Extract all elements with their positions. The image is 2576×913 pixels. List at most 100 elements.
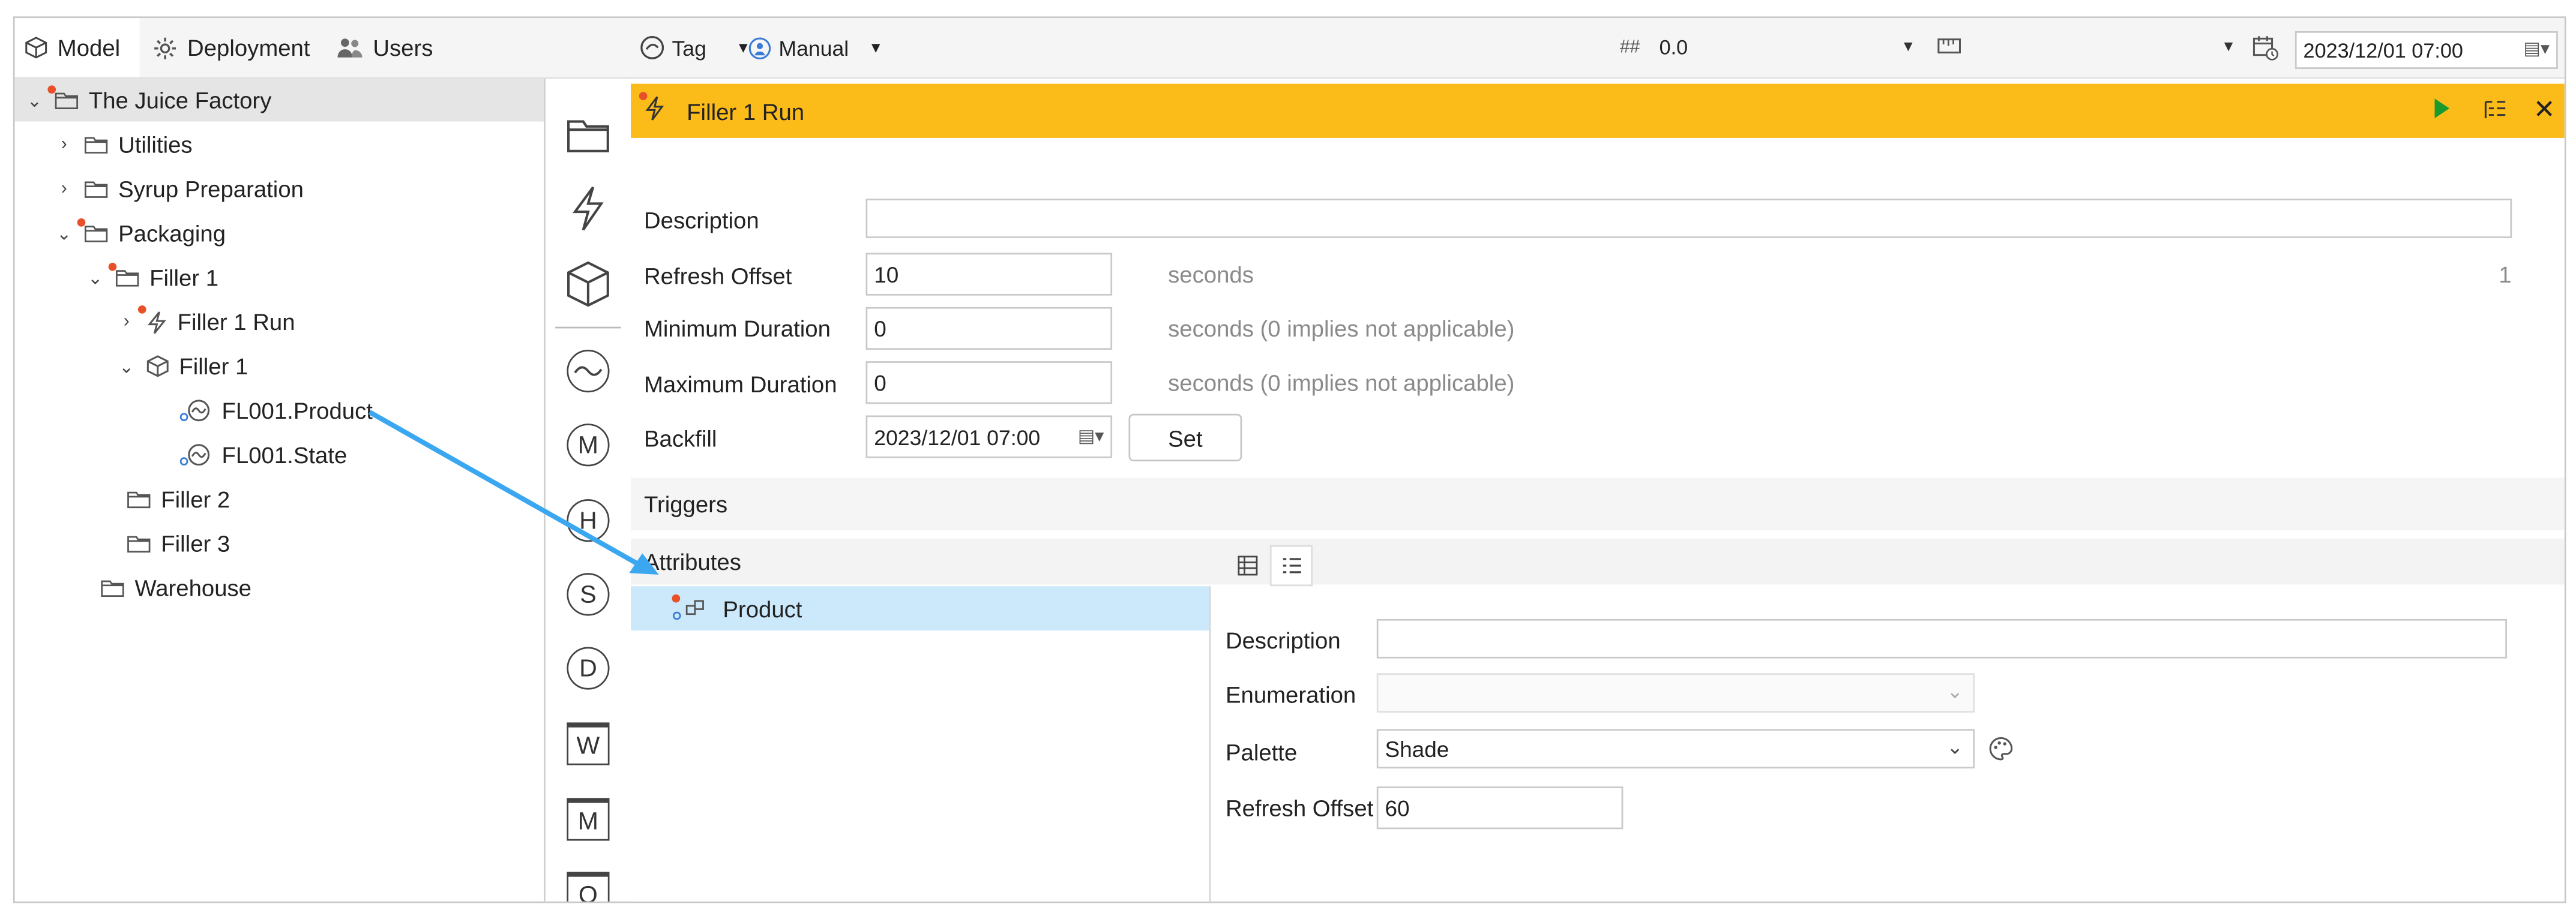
q-square-icon[interactable]: Q	[564, 869, 613, 902]
chevron-down-icon: ▼	[1901, 37, 1916, 55]
close-icon[interactable]: ✕	[2533, 94, 2556, 127]
h-circle-icon[interactable]: H	[564, 496, 613, 545]
tree-item-filler-3[interactable]: Filler 3	[127, 522, 230, 564]
tree-item-the-juice-factory[interactable]: ⌄ The Juice Factory	[14, 79, 544, 122]
tree-item-label: FL001.Product	[221, 397, 373, 424]
refresh-offset-hint: seconds	[1168, 261, 1254, 288]
tree-item-packaging[interactable]: ⌄ Packaging	[54, 212, 226, 254]
attributes-section-header[interactable]: Attributes	[631, 538, 2565, 585]
model-tree: ⌄ The Juice Factory › Utilities › Syrup …	[14, 79, 544, 902]
description-input[interactable]	[865, 199, 2512, 238]
lightning-icon[interactable]	[564, 184, 613, 233]
run-icon[interactable]	[2434, 98, 2450, 119]
modified-marker	[639, 92, 648, 100]
modified-marker	[47, 85, 56, 94]
m-circle-icon[interactable]: M	[564, 421, 613, 470]
list-view-icon[interactable]	[1269, 545, 1313, 587]
folder-icon	[84, 179, 109, 199]
tree-view-icon[interactable]	[2484, 98, 2507, 121]
enumeration-label: Enumeration	[1225, 681, 1356, 708]
refresh-offset-input[interactable]: 10	[865, 253, 1113, 296]
tag-icon	[639, 34, 666, 61]
calendar-dropdown-icon[interactable]: ▤▾	[1078, 425, 1104, 447]
tree-item-fl001-state[interactable]: FL001.State	[179, 434, 347, 476]
mode-dropdown[interactable]: Manual ▼	[747, 18, 883, 77]
datetime-picker[interactable]: 2023/12/01 07:00 ▤▾	[2295, 31, 2558, 69]
tree-item-filler-1[interactable]: ⌄ Filler 1	[85, 256, 218, 299]
calendar-dropdown-icon[interactable]: ▤▾	[2524, 38, 2550, 59]
cube-icon[interactable]	[564, 259, 613, 308]
chevron-down-icon[interactable]: ⌄	[54, 223, 74, 244]
tree-item-filler-2[interactable]: Filler 2	[127, 478, 230, 521]
folder-icon	[47, 85, 79, 110]
tree-item-fl001-product[interactable]: FL001.Product	[179, 389, 373, 432]
tab-model[interactable]: Model	[14, 18, 140, 77]
splitter[interactable]	[1209, 586, 1211, 902]
users-icon	[337, 36, 363, 59]
editor-title: Filler 1 Run	[687, 98, 805, 125]
palette-icon[interactable]	[1988, 735, 2014, 762]
gear-icon	[153, 35, 178, 60]
palette-value: Shade	[1385, 736, 1449, 761]
chevron-right-icon[interactable]: ›	[54, 134, 74, 154]
m-square-icon[interactable]: M	[564, 795, 613, 844]
table-view-icon[interactable]	[1226, 545, 1268, 586]
backfill-datetime-input[interactable]: 2023/12/01 07:00 ▤▾	[865, 415, 1113, 458]
tree-item-syrup-preparation[interactable]: › Syrup Preparation	[54, 167, 304, 210]
tree-item-filler-1-asset[interactable]: ⌄ Filler 1	[116, 345, 248, 388]
s-circle-icon[interactable]: S	[564, 570, 613, 619]
palette-select[interactable]: Shade ⌄	[1376, 729, 1975, 769]
tab-deployment[interactable]: Deployment	[153, 18, 310, 77]
datetime-value: 2023/12/01 07:00	[2303, 38, 2463, 62]
tree-item-filler-1-run[interactable]: › Filler 1 Run	[116, 301, 295, 343]
backfill-value: 2023/12/01 07:00	[874, 424, 1041, 449]
tree-item-label: Filler 1	[179, 353, 248, 380]
wave-icon[interactable]	[564, 347, 613, 396]
tree-item-label: FL001.State	[221, 442, 348, 468]
tab-model-label: Model	[57, 34, 121, 61]
attribute-list: Product	[631, 586, 1209, 902]
tree-item-label: Packaging	[118, 220, 226, 247]
set-button[interactable]: Set	[1128, 413, 1242, 462]
chevron-down-icon[interactable]: ⌄	[116, 356, 136, 377]
chevron-down-icon: ▼	[868, 39, 883, 56]
attr-refresh-offset-input[interactable]: 60	[1376, 786, 1624, 830]
hash-icon: ##	[1619, 37, 1640, 58]
attr-description-input[interactable]	[1376, 618, 2507, 659]
attr-description-label: Description	[1225, 627, 1341, 654]
chevron-down-icon: ⌄	[1946, 680, 1963, 703]
attribute-item-product[interactable]: Product	[631, 586, 1209, 631]
tab-deployment-label: Deployment	[187, 34, 310, 61]
tag-button[interactable]: Tag ▼	[639, 18, 751, 77]
d-circle-icon[interactable]: D	[564, 644, 613, 693]
cube-icon	[146, 355, 169, 377]
maximum-duration-hint: seconds (0 implies not applicable)	[1168, 369, 1515, 396]
tab-users[interactable]: Users	[337, 18, 433, 77]
triggers-section-header[interactable]: Triggers	[631, 477, 2565, 531]
tree-item-label: Syrup Preparation	[118, 175, 304, 202]
w-square-icon[interactable]: W	[564, 719, 613, 768]
mode-label: Manual	[778, 35, 849, 60]
maximum-duration-input[interactable]: 0	[865, 361, 1113, 404]
top-toolbar: Model Deployment Users Tag ▼ Manual ▼ ##…	[14, 18, 2565, 79]
modified-marker	[77, 218, 86, 227]
tree-item-utilities[interactable]: › Utilities	[54, 123, 193, 166]
hash-value-combo[interactable]: 0.0 ▼	[1653, 29, 1922, 65]
editor-panel: Filler 1 Run ✕ Description Refresh Offse…	[631, 79, 2565, 902]
description-label: Description	[643, 206, 759, 233]
enumeration-select[interactable]: ⌄	[1376, 673, 1975, 713]
maximum-duration-label: Maximum Duration	[643, 371, 837, 398]
range-combo[interactable]: ▼	[1973, 29, 2242, 65]
tab-users-label: Users	[373, 34, 433, 61]
chevron-down-icon[interactable]: ⌄	[25, 89, 44, 111]
minimum-duration-label: Minimum Duration	[643, 315, 831, 342]
attributes-label: Attributes	[643, 548, 741, 575]
folder-icon[interactable]	[564, 110, 613, 159]
tree-item-warehouse[interactable]: Warehouse	[100, 566, 251, 609]
modified-marker	[108, 262, 117, 271]
chevron-right-icon[interactable]: ›	[54, 179, 74, 199]
minimum-duration-input[interactable]: 0	[865, 307, 1113, 350]
chevron-right-icon[interactable]: ›	[116, 312, 136, 332]
tag-wave-icon	[179, 397, 212, 424]
chevron-down-icon[interactable]: ⌄	[85, 267, 105, 289]
